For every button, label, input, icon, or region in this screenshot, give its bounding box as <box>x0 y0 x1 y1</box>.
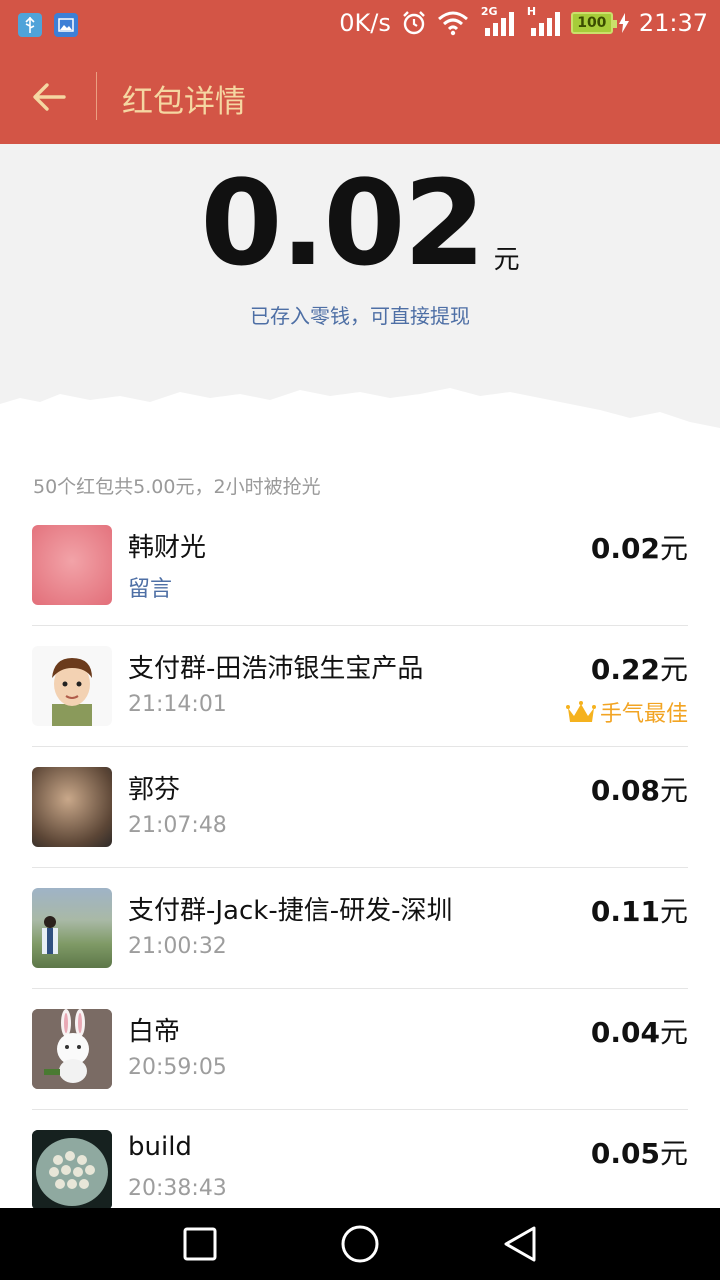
list-item[interactable]: 韩财光 留言 0.02元 <box>0 505 720 626</box>
triangle-back-icon <box>504 1226 536 1262</box>
title-divider <box>96 72 97 120</box>
recipient-amount: 0.11元 <box>590 895 688 928</box>
grab-time: 20:59:05 <box>128 1055 227 1080</box>
recipient-amount: 0.02元 <box>590 532 688 565</box>
battery-indicator: 100 <box>570 12 617 34</box>
charging-icon <box>618 13 629 33</box>
saved-to-wallet-link[interactable]: 已存入零钱，可直接提现 <box>0 300 720 329</box>
recipient-amount: 0.05元 <box>590 1137 688 1170</box>
avatar <box>32 525 112 605</box>
recipient-name: 支付群-田浩沛银生宝产品 <box>128 654 424 684</box>
avatar <box>32 1130 112 1210</box>
home-button[interactable] <box>340 1224 380 1264</box>
recipient-name: 郭芬 <box>128 775 181 805</box>
page-title: 红包详情 <box>122 84 246 120</box>
square-icon <box>183 1227 217 1261</box>
recent-apps-button[interactable] <box>180 1224 220 1264</box>
avatar <box>32 1009 112 1089</box>
grab-time: 21:14:01 <box>128 692 227 717</box>
recipient-amount: 0.08元 <box>590 774 688 807</box>
usb-icon <box>18 13 42 37</box>
wifi-icon <box>437 11 468 36</box>
network-speed: 0K/s <box>339 9 391 37</box>
back-button[interactable] <box>26 74 72 120</box>
signal-h-icon: H <box>525 5 561 38</box>
recipient-name: build <box>128 1132 192 1162</box>
recipient-name: 韩财光 <box>128 533 207 563</box>
torn-paper-edge <box>0 388 720 454</box>
amount-panel: 0.02 元 已存入零钱，可直接提现 <box>0 144 720 454</box>
list-item[interactable]: 白帝 20:59:05 0.04元 <box>0 989 720 1110</box>
grab-time: 20:38:43 <box>128 1176 227 1201</box>
list-item[interactable]: 支付群-Jack-捷信-研发-深圳 21:00:32 0.11元 <box>0 868 720 989</box>
circle-icon <box>341 1225 379 1263</box>
avatar <box>32 646 112 726</box>
list-item[interactable]: 郭芬 21:07:48 0.08元 <box>0 747 720 868</box>
title-bar: 红包详情 <box>0 50 720 144</box>
crown-icon <box>565 701 596 722</box>
recipient-amount: 0.04元 <box>590 1016 688 1049</box>
recipient-name: 支付群-Jack-捷信-研发-深圳 <box>128 896 453 926</box>
recipient-list: 韩财光 留言 0.02元 支付群-田浩沛银生宝产品 21:14:01 0.22元… <box>0 505 720 1231</box>
status-time: 21:37 <box>638 9 708 37</box>
received-amount-unit: 元 <box>493 245 520 275</box>
packet-summary: 50个红包共5.00元，2小时被抢光 <box>33 476 321 498</box>
avatar <box>32 767 112 847</box>
signal-2g-icon: 2G <box>479 5 515 38</box>
status-bar: 0K/s 2G H 100 21:37 <box>0 0 720 50</box>
recipient-name: 白帝 <box>128 1017 181 1047</box>
avatar <box>32 888 112 968</box>
system-nav-bar <box>0 1208 720 1280</box>
arrow-left-icon <box>33 83 66 111</box>
grab-time: 21:07:48 <box>128 813 227 838</box>
back-nav-button[interactable] <box>500 1224 540 1264</box>
grab-time: 21:00:32 <box>128 934 227 959</box>
alarm-icon <box>402 11 425 35</box>
message-link[interactable]: 留言 <box>128 571 172 603</box>
gallery-icon <box>54 13 78 37</box>
best-luck-badge: 手气最佳 <box>565 696 688 728</box>
list-item[interactable]: 支付群-田浩沛银生宝产品 21:14:01 0.22元 手气最佳 <box>0 626 720 747</box>
received-amount: 0.02 <box>200 154 485 292</box>
recipient-amount: 0.22元 <box>590 653 688 686</box>
